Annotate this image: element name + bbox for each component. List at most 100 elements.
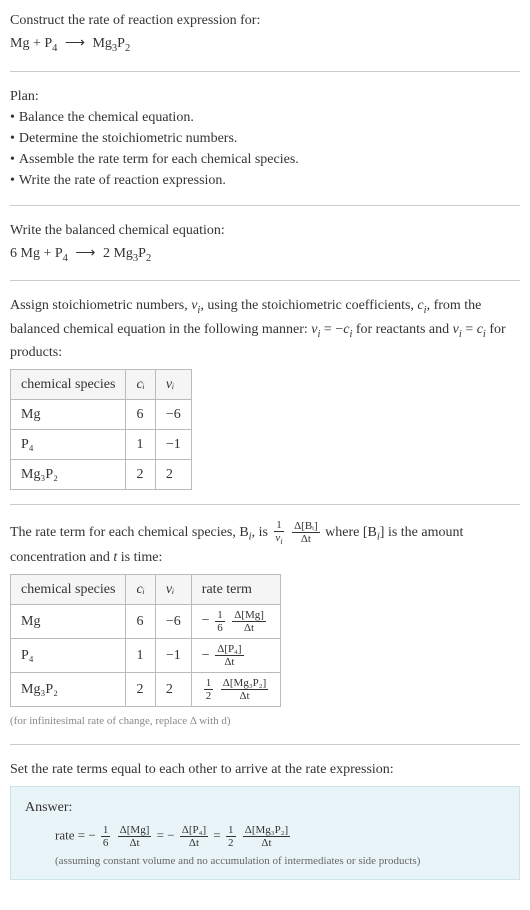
frac-num: Δ[P₄] [215, 643, 243, 656]
table-row: P₄ 1 −1 [11, 430, 192, 460]
fraction: 16 [101, 824, 111, 849]
frac-den: νi [273, 532, 284, 546]
table-row: Mg₃P₂ 2 2 [11, 460, 192, 490]
infinitesimal-note: (for infinitesimal rate of change, repla… [10, 713, 520, 730]
cell-nu: −1 [155, 638, 191, 672]
text: , using the stoichiometric coefficients, [200, 298, 417, 313]
cell-nu: −6 [155, 604, 191, 638]
coef-6: 6 [10, 246, 17, 261]
neg-sign: − [167, 827, 174, 842]
rate-word: rate [55, 827, 74, 842]
frac-den: 6 [215, 622, 225, 634]
cell-species: Mg₃P₂ [11, 672, 126, 706]
assign-section: Assign stoichiometric numbers, νi, using… [10, 295, 520, 490]
cell-species: P₄ [11, 430, 126, 460]
rate-expression: rate = − 16 Δ[Mg]Δt = − Δ[P₄]Δt = 12 Δ[M… [55, 824, 505, 849]
equals: = [157, 827, 168, 842]
neg-sign: − [202, 648, 210, 663]
intro-title: Construct the rate of reaction expressio… [10, 10, 520, 31]
balanced-rhs-sub2: 2 [146, 252, 151, 263]
frac-num: Δ[Mg₃P₂] [221, 677, 268, 690]
eq: = [462, 322, 477, 337]
cell-rate-term: − 16 Δ[Mg]Δt [191, 604, 280, 638]
cell-nu: −6 [155, 400, 191, 430]
frac-den: Δt [222, 656, 236, 668]
intro-section: Construct the rate of reaction expressio… [10, 10, 520, 57]
intro-rhs-p: P [117, 36, 125, 51]
plan-item-text: Write the rate of reaction expression. [19, 170, 226, 191]
divider [10, 504, 520, 505]
nui-header: νᵢ [166, 377, 174, 392]
plan-item: •Balance the chemical equation. [10, 107, 520, 128]
equals: = [74, 827, 88, 842]
fraction: Δ[P₄]Δt [215, 643, 243, 668]
bullet-icon: • [10, 149, 15, 170]
col-nui: νᵢ [155, 574, 191, 604]
balanced-lhs-sub: 4 [63, 252, 68, 263]
fraction: Δ[Mg₃P₂]Δt [221, 677, 268, 702]
frac-den: Δt [259, 837, 273, 849]
equals: = [213, 827, 224, 842]
answer-label: Answer: [25, 797, 505, 818]
cell-c: 1 [126, 430, 155, 460]
plan-item-text: Balance the chemical equation. [19, 107, 194, 128]
frac-num: Δ[Mg] [118, 824, 152, 837]
plan-section: Plan: •Balance the chemical equation. •D… [10, 86, 520, 191]
ci-header: cᵢ [136, 582, 144, 597]
bullet-icon: • [10, 170, 15, 191]
table-row: Mg₃P₂ 2 2 12 Δ[Mg₃P₂]Δt [11, 672, 281, 706]
frac-den: 6 [101, 837, 111, 849]
nui-header: νᵢ [166, 582, 174, 597]
frac-num: Δ[Mg₃P₂] [243, 824, 290, 837]
intro-equation: Mg + P4 ⟶ Mg3P2 [10, 33, 520, 57]
intro-rhs-sub2: 2 [125, 43, 130, 54]
fraction: Δ[Bᵢ] Δt [292, 520, 320, 545]
fraction: 12 [226, 824, 236, 849]
text: where [B [325, 525, 377, 540]
fraction: Δ[Mg]Δt [118, 824, 152, 849]
fraction: Δ[Mg₃P₂]Δt [243, 824, 290, 849]
rate-term-table: chemical species cᵢ νᵢ rate term Mg 6 −6… [10, 574, 281, 708]
cell-nu: 2 [155, 672, 191, 706]
intro-rhs-mg: Mg [92, 36, 111, 51]
balanced-section: Write the balanced chemical equation: 6 … [10, 220, 520, 267]
plan-item: •Determine the stoichiometric numbers. [10, 128, 520, 149]
frac-num: 1 [226, 824, 236, 837]
cell-nu: 2 [155, 460, 191, 490]
neg-sign: − [88, 827, 95, 842]
answer-box: Answer: rate = − 16 Δ[Mg]Δt = − Δ[P₄]Δt … [10, 786, 520, 881]
balanced-heading: Write the balanced chemical equation: [10, 220, 520, 241]
plan-item: •Assemble the rate term for each chemica… [10, 149, 520, 170]
divider [10, 71, 520, 72]
divider [10, 205, 520, 206]
plan-item: •Write the rate of reaction expression. [10, 170, 520, 191]
table-header-row: chemical species cᵢ νᵢ rate term [11, 574, 281, 604]
intro-lhs: Mg + P [10, 36, 52, 51]
fraction: 12 [204, 677, 214, 702]
frac-den: 2 [226, 837, 236, 849]
fraction: 1 νi [273, 519, 284, 546]
frac-num: Δ[Mg] [232, 609, 266, 622]
col-ci: cᵢ [126, 370, 155, 400]
eq-neg: = − [320, 322, 343, 337]
col-rate-term: rate term [191, 574, 280, 604]
fraction: Δ[Mg]Δt [232, 609, 266, 634]
neg-sign: − [202, 613, 210, 628]
bullet-icon: • [10, 128, 15, 149]
divider [10, 280, 520, 281]
frac-num: 1 [215, 609, 225, 622]
cell-c: 1 [126, 638, 155, 672]
table-row: P₄ 1 −1 − Δ[P₄]Δt [11, 638, 281, 672]
frac-num: Δ[P₄] [180, 824, 208, 837]
bullet-icon: • [10, 107, 15, 128]
ci-header: cᵢ [136, 377, 144, 392]
frac-num: 1 [204, 677, 214, 690]
cell-nu: −1 [155, 430, 191, 460]
table-row: Mg 6 −6 [11, 400, 192, 430]
text: is time: [117, 550, 162, 565]
frac-den: Δt [242, 622, 256, 634]
cell-rate-term: 12 Δ[Mg₃P₂]Δt [191, 672, 280, 706]
balanced-rhs-p: P [138, 246, 146, 261]
sub-i: i [280, 537, 282, 546]
intro-lhs-sub: 4 [52, 43, 57, 54]
